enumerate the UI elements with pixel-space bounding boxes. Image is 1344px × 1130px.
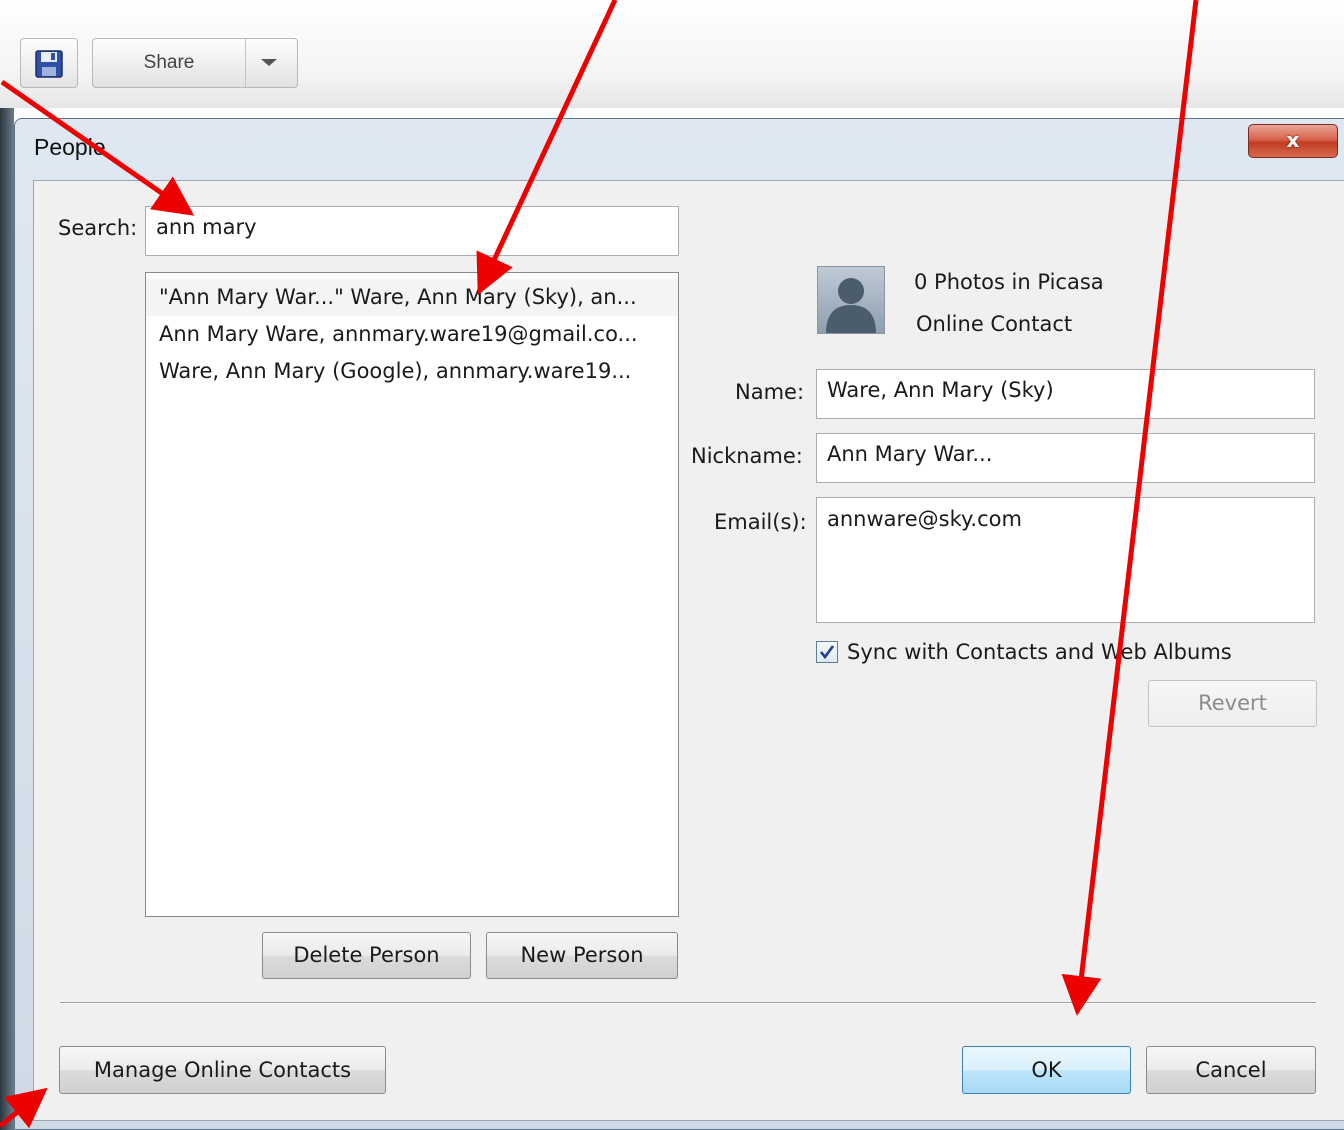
nickname-field[interactable]: Ann Mary War... bbox=[816, 433, 1315, 483]
nickname-label: Nickname: bbox=[691, 444, 803, 468]
contact-avatar bbox=[817, 266, 885, 334]
share-button-label: Share bbox=[93, 39, 246, 87]
new-person-button[interactable]: New Person bbox=[486, 932, 678, 979]
ok-button[interactable]: OK bbox=[962, 1046, 1131, 1094]
emails-label: Email(s): bbox=[714, 510, 807, 534]
sync-checkbox[interactable] bbox=[816, 641, 838, 663]
name-field[interactable]: Ware, Ann Mary (Sky) bbox=[816, 369, 1315, 419]
close-icon: x bbox=[1286, 128, 1300, 152]
close-button[interactable]: x bbox=[1248, 124, 1338, 158]
dialog-title: People bbox=[34, 134, 106, 160]
cancel-button[interactable]: Cancel bbox=[1146, 1046, 1316, 1094]
footer-divider bbox=[60, 1002, 1316, 1004]
person-silhouette-icon bbox=[826, 278, 876, 333]
share-dropdown-chevron-icon[interactable] bbox=[246, 39, 297, 87]
checkmark-icon bbox=[819, 645, 835, 660]
list-item[interactable]: Ann Mary Ware, annmary.ware19@gmail.co..… bbox=[146, 316, 678, 353]
delete-person-button[interactable]: Delete Person bbox=[262, 932, 471, 979]
manage-online-contacts-button[interactable]: Manage Online Contacts bbox=[59, 1046, 386, 1094]
save-button[interactable] bbox=[20, 38, 78, 88]
name-label: Name: bbox=[735, 380, 805, 404]
search-input[interactable]: ann mary bbox=[145, 206, 679, 256]
contact-type: Online Contact bbox=[916, 312, 1073, 336]
search-label: Search: bbox=[58, 216, 138, 240]
revert-button[interactable]: Revert bbox=[1148, 680, 1317, 727]
floppy-disk-icon bbox=[35, 50, 63, 78]
emails-field[interactable]: annware@sky.com bbox=[816, 497, 1315, 623]
background-window-edge bbox=[0, 108, 14, 1130]
list-item[interactable]: Ware, Ann Mary (Google), annmary.ware19.… bbox=[146, 353, 678, 390]
people-results-list[interactable]: "Ann Mary War..." Ware, Ann Mary (Sky), … bbox=[145, 272, 679, 917]
top-toolbar: Share bbox=[0, 0, 1344, 108]
photos-count: 0 Photos in Picasa bbox=[914, 270, 1104, 294]
sync-label: Sync with Contacts and Web Albums bbox=[847, 640, 1232, 664]
share-button[interactable]: Share bbox=[92, 38, 298, 88]
list-item[interactable]: "Ann Mary War..." Ware, Ann Mary (Sky), … bbox=[146, 279, 678, 316]
